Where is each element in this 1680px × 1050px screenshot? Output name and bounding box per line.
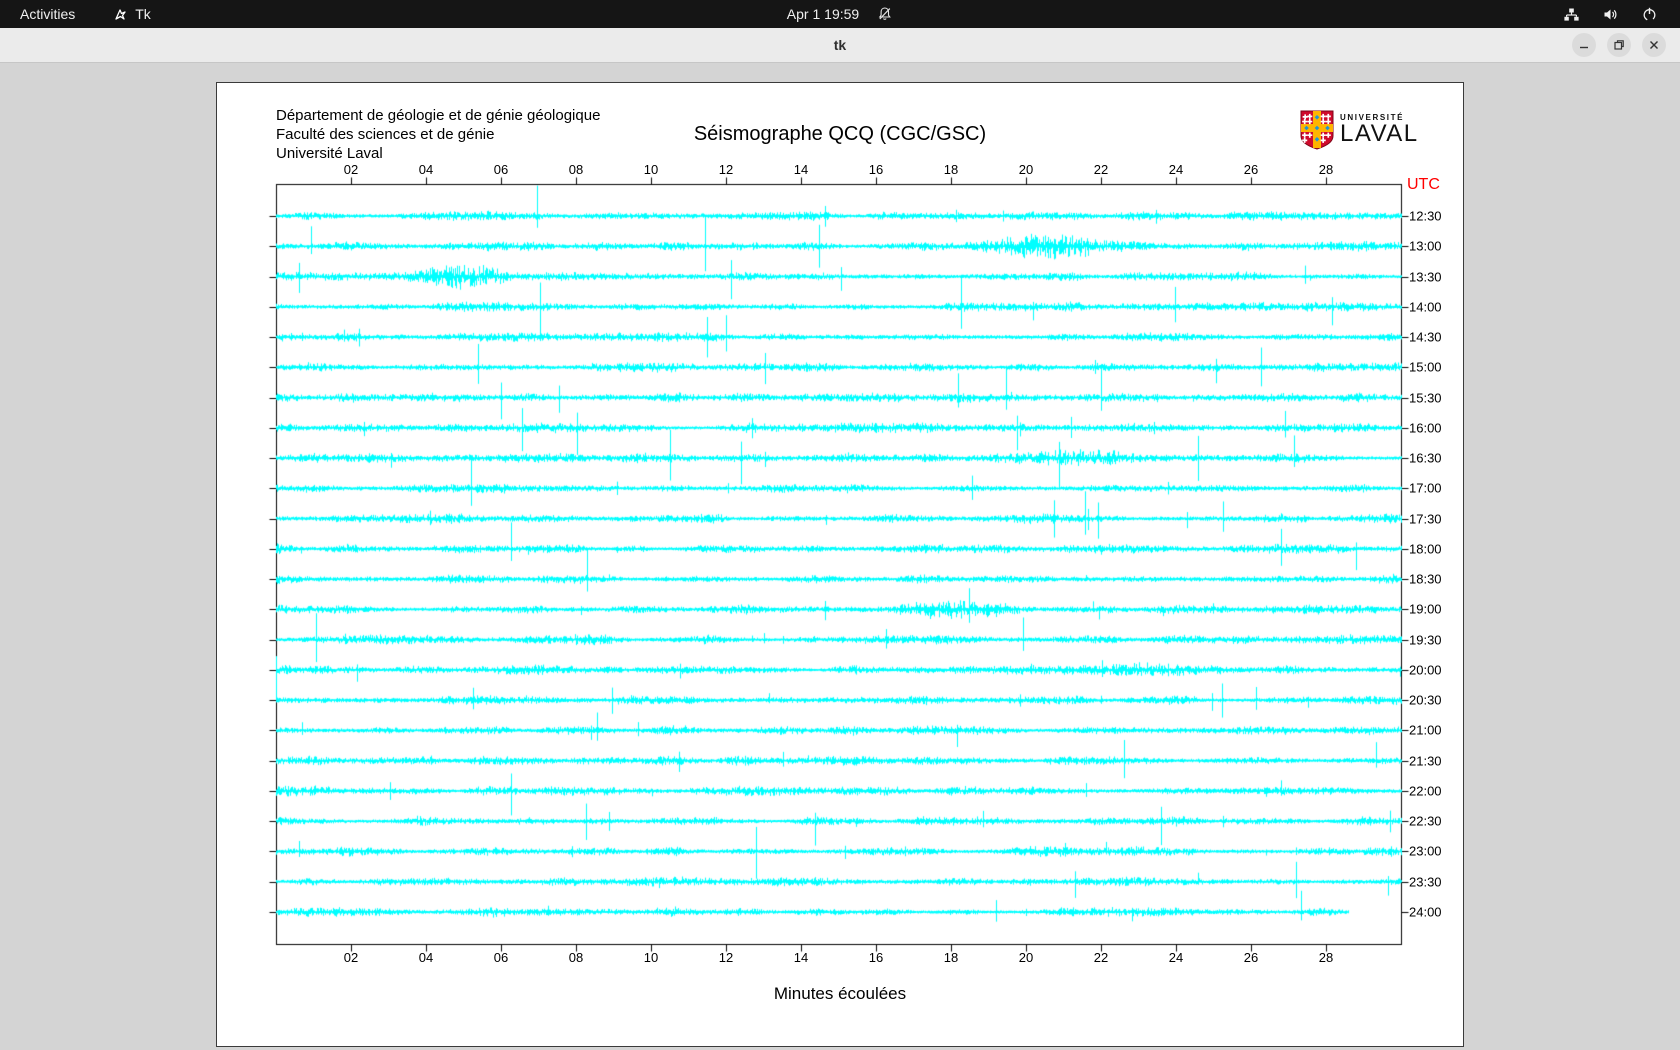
utc-time-label: 19:30 bbox=[1409, 632, 1442, 648]
window-title: tk bbox=[833, 37, 847, 53]
x-tick-label-bottom: 16 bbox=[868, 950, 884, 965]
tk-app-icon bbox=[113, 7, 128, 22]
app-menu[interactable]: Tk bbox=[113, 6, 151, 22]
x-tick-label-top: 28 bbox=[1318, 162, 1334, 177]
utc-time-label: 20:30 bbox=[1409, 692, 1442, 708]
x-tick-label-top: 10 bbox=[643, 162, 659, 177]
utc-time-label: 16:00 bbox=[1409, 420, 1442, 436]
clock-area[interactable]: Apr 1 19:59 bbox=[787, 6, 893, 22]
window-titlebar: tk bbox=[0, 28, 1680, 63]
utc-time-label: 16:30 bbox=[1409, 450, 1442, 466]
x-tick-label-bottom: 26 bbox=[1243, 950, 1259, 965]
header-line-3: Université Laval bbox=[276, 145, 383, 162]
utc-time-label: 15:30 bbox=[1409, 390, 1442, 406]
x-tick-label-bottom: 18 bbox=[943, 950, 959, 965]
utc-time-label: 20:00 bbox=[1409, 662, 1442, 678]
power-icon bbox=[1641, 6, 1658, 23]
x-tick-label-top: 24 bbox=[1168, 162, 1184, 177]
utc-time-label: 21:00 bbox=[1409, 722, 1442, 738]
x-tick-label-top: 06 bbox=[493, 162, 509, 177]
top-bar: Activities Tk Apr 1 19:59 bbox=[0, 0, 1680, 28]
x-tick-label-top: 26 bbox=[1243, 162, 1259, 177]
utc-time-label: 21:30 bbox=[1409, 753, 1442, 769]
x-tick-label-top: 12 bbox=[718, 162, 734, 177]
utc-time-label: 23:30 bbox=[1409, 874, 1442, 890]
x-tick-label-bottom: 22 bbox=[1093, 950, 1109, 965]
volume-icon bbox=[1602, 6, 1619, 23]
utc-time-label: 18:30 bbox=[1409, 571, 1442, 587]
x-tick-label-bottom: 02 bbox=[343, 950, 359, 965]
utc-time-label: 13:00 bbox=[1409, 238, 1442, 254]
x-tick-label-top: 18 bbox=[943, 162, 959, 177]
utc-time-label: 14:30 bbox=[1409, 329, 1442, 345]
x-tick-label-top: 20 bbox=[1018, 162, 1034, 177]
x-tick-label-top: 04 bbox=[418, 162, 434, 177]
x-tick-label-bottom: 20 bbox=[1018, 950, 1034, 965]
clock-label: Apr 1 19:59 bbox=[786, 6, 860, 22]
x-tick-label-top: 16 bbox=[868, 162, 884, 177]
x-tick-label-bottom: 08 bbox=[568, 950, 584, 965]
x-tick-label-bottom: 10 bbox=[643, 950, 659, 965]
close-icon bbox=[1650, 41, 1658, 49]
utc-time-label: 17:00 bbox=[1409, 480, 1442, 496]
x-tick-label-bottom: 06 bbox=[493, 950, 509, 965]
utc-time-label: 23:00 bbox=[1409, 843, 1442, 859]
seismograph-image: Département de géologie et de génie géol… bbox=[216, 82, 1464, 1047]
plot-title: Séismographe QCQ (CGC/GSC) bbox=[693, 123, 987, 145]
notifications-off-icon bbox=[877, 6, 893, 22]
utc-axis-label: UTC bbox=[1407, 176, 1440, 193]
utc-time-label: 19:00 bbox=[1409, 601, 1442, 617]
universite-laval-logo: UNIVERSITÉ LAVAL bbox=[1300, 110, 1419, 150]
x-tick-label-top: 14 bbox=[793, 162, 809, 177]
x-tick-label-top: 02 bbox=[343, 162, 359, 177]
utc-time-label: 18:00 bbox=[1409, 541, 1442, 557]
activities-button[interactable]: Activities bbox=[20, 6, 75, 22]
x-axis-title: Minutes écoulées bbox=[773, 984, 907, 1003]
utc-time-label: 22:00 bbox=[1409, 783, 1442, 799]
minimize-button[interactable] bbox=[1572, 33, 1596, 57]
x-tick-label-top: 22 bbox=[1093, 162, 1109, 177]
x-tick-label-bottom: 24 bbox=[1168, 950, 1184, 965]
x-tick-label-top: 08 bbox=[568, 162, 584, 177]
utc-time-label: 17:30 bbox=[1409, 511, 1442, 527]
maximize-icon bbox=[1614, 40, 1624, 50]
network-wired-icon bbox=[1563, 6, 1580, 23]
seismogram-canvas bbox=[217, 83, 1463, 1046]
utc-time-label: 15:00 bbox=[1409, 359, 1442, 375]
utc-time-label: 13:30 bbox=[1409, 269, 1442, 285]
app-menu-label: Tk bbox=[135, 6, 151, 22]
minimize-icon bbox=[1580, 46, 1588, 49]
utc-time-label: 14:00 bbox=[1409, 299, 1442, 315]
utc-time-label: 22:30 bbox=[1409, 813, 1442, 829]
x-tick-label-bottom: 04 bbox=[418, 950, 434, 965]
utc-time-label: 24:00 bbox=[1409, 904, 1442, 920]
system-status-area[interactable] bbox=[1563, 0, 1680, 28]
close-button[interactable] bbox=[1642, 33, 1666, 57]
x-tick-label-bottom: 28 bbox=[1318, 950, 1334, 965]
desktop: Activities Tk Apr 1 19:59 tk Département… bbox=[0, 0, 1680, 1050]
x-tick-label-bottom: 12 bbox=[718, 950, 734, 965]
maximize-button[interactable] bbox=[1607, 33, 1631, 57]
x-tick-label-bottom: 14 bbox=[793, 950, 809, 965]
utc-time-label: 12:30 bbox=[1409, 208, 1442, 224]
laval-shield-icon bbox=[1300, 110, 1334, 150]
logo-text-large: LAVAL bbox=[1340, 120, 1419, 147]
